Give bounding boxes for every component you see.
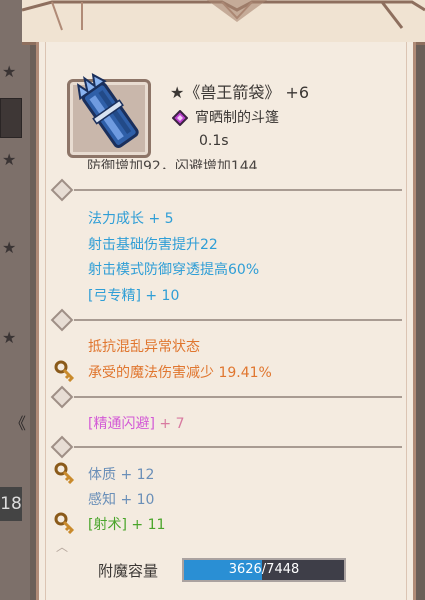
attr-constitution: 体质 + 12 <box>88 467 155 483</box>
star-icon: ★ <box>2 328 17 347</box>
section-separator <box>50 308 402 332</box>
purple-gem-icon <box>172 110 188 126</box>
attr-mana-growth: 法力成长 + 5 <box>88 211 174 227</box>
section-separator <box>50 178 402 202</box>
enchant-capacity-value: 3626/7448 <box>228 562 300 577</box>
dodge-bracket: [精通闪避] <box>88 416 155 432</box>
star-icon: ★ <box>2 150 17 169</box>
chevron-up-icon: ︿ <box>56 540 69 554</box>
section-separator <box>50 385 402 409</box>
item-cooldown: 0.1s <box>199 133 229 149</box>
diamond-separator-icon <box>50 385 74 409</box>
attr-shoot-damage: 射击基础伤害提升22 <box>88 237 218 253</box>
section-separator <box>50 435 402 459</box>
item-subtitle: 宵晒制的斗篷 <box>195 110 279 126</box>
diamond-separator-icon <box>50 178 74 202</box>
tooltip-top-frame <box>22 0 425 45</box>
archery-value: + 11 <box>131 517 166 533</box>
archery-bracket: [射术] <box>88 517 127 533</box>
attr-magic-reduce: 承受的魔法伤害减少 19.41% <box>88 365 272 381</box>
background-sidebar: ★ ★ ★ ★ 《 18 <box>0 0 30 600</box>
attr-resist-confusion: 抵抗混乱异常状态 <box>88 339 200 355</box>
background-tab <box>0 98 22 138</box>
frame-ornament-icon <box>22 0 425 31</box>
item-icon-frame[interactable] <box>67 72 151 158</box>
bronze-key-icon <box>54 462 75 484</box>
quiver-icon <box>76 72 139 148</box>
star-icon: ★ <box>2 238 17 257</box>
attr-dodge-mastery: [精通闪避] + 7 <box>88 413 184 433</box>
attr-bow-mastery: [弓专精] + 10 <box>88 288 180 304</box>
dodge-value: + 7 <box>159 416 185 432</box>
bronze-key-icon <box>54 360 75 382</box>
clipped-defense-line: 防御增加92，闪避增加144 <box>87 159 258 169</box>
attr-perception: 感知 + 10 <box>88 492 155 508</box>
scroll-left-icon[interactable]: 《 <box>10 410 26 434</box>
enchant-capacity-bar: 3626/7448 <box>182 558 346 582</box>
attr-armor-pierce: 射击模式防御穿透提高60% <box>88 262 260 278</box>
attr-archery: [射术] + 11 <box>88 514 165 534</box>
sidebar-count: 18 <box>0 487 22 521</box>
diamond-separator-icon <box>50 435 74 459</box>
bronze-key-icon <box>54 512 75 534</box>
enchant-capacity-label: 附魔容量 <box>98 562 159 580</box>
item-title: ★《兽王箭袋》 +6 <box>170 83 310 102</box>
diamond-separator-icon <box>50 308 74 332</box>
star-icon: ★ <box>2 62 17 81</box>
